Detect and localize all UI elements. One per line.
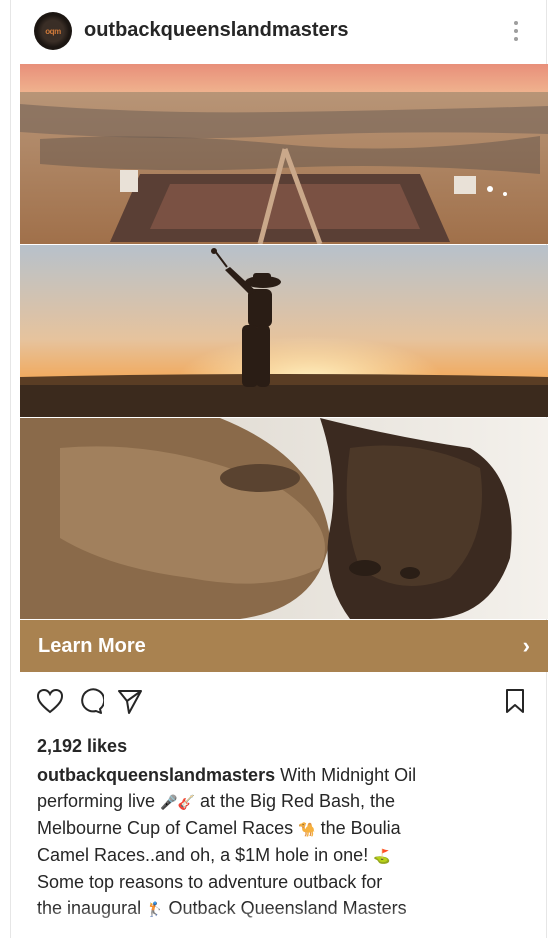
heart-icon[interactable] — [33, 684, 67, 718]
comment-icon[interactable] — [73, 684, 107, 718]
caption-line: outbackqueenslandmasters With Midnight O… — [37, 762, 537, 788]
caption-line: Camel Races..and oh, a $1M hole in one! … — [37, 842, 537, 869]
chevron-right-icon: › — [522, 633, 530, 658]
post-header: oqm outbackqueenslandmasters — [11, 0, 546, 62]
caption-text: the Boulia — [315, 818, 401, 838]
caption-fade — [11, 905, 546, 938]
caption-line: Melbourne Cup of Camel Races 🐪 the Bouli… — [37, 815, 537, 842]
caption-author[interactable]: outbackqueenslandmasters — [37, 765, 275, 785]
golf-flag-emoji-icon: ⛳ — [373, 848, 391, 864]
send-icon[interactable] — [113, 684, 147, 718]
action-bar — [11, 684, 546, 728]
caption-line: Some top reasons to adventure outback fo… — [37, 869, 537, 895]
instagram-post: oqm outbackqueenslandmasters Learn More … — [10, 0, 548, 938]
caption-text: Camel Races..and oh, a $1M hole in one! — [37, 845, 369, 865]
golfer-sunset-photo — [20, 245, 548, 417]
username[interactable]: outbackqueenslandmasters — [84, 19, 349, 42]
likes-count[interactable]: 2,192 likes — [37, 736, 127, 757]
avatar[interactable]: oqm — [34, 12, 72, 50]
learn-more-button[interactable]: Learn More › — [20, 620, 548, 672]
caption-line: performing live 🎤🎸 at the Big Red Bash, … — [37, 788, 537, 815]
more-options-icon[interactable] — [508, 16, 524, 46]
crowd-aerial-photo — [20, 64, 548, 244]
microphone-guitar-emoji-icon: 🎤🎸 — [160, 794, 195, 810]
caption-text: Some top reasons to adventure outback fo… — [37, 872, 383, 892]
camel-emoji-icon: 🐪 — [298, 821, 316, 837]
learn-more-label: Learn More — [38, 634, 146, 657]
camels-photo — [20, 418, 548, 619]
caption-text: at the Big Red Bash, the — [194, 791, 396, 811]
outback-masters-logo-icon: oqm — [45, 26, 61, 36]
caption-text: Melbourne Cup of Camel Races — [37, 818, 294, 838]
bookmark-icon[interactable] — [498, 684, 532, 718]
caption-text: With Midnight Oil — [275, 765, 417, 785]
caption-text: performing live — [37, 791, 156, 811]
